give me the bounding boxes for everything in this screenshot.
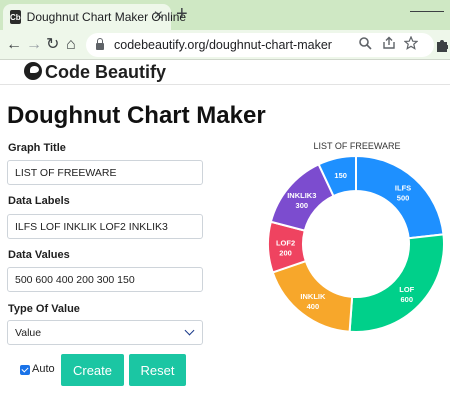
slice-value: 400 (307, 302, 320, 311)
auto-checkbox[interactable] (20, 365, 30, 375)
slice-label: INKLIK (300, 292, 326, 301)
slice-value: 150 (334, 171, 347, 180)
code-beautify-logo-icon[interactable] (24, 62, 42, 80)
slice-label: LOF2 (276, 239, 295, 248)
forward-icon[interactable]: → (26, 35, 42, 55)
auto-label: Auto (32, 363, 55, 375)
back-icon[interactable]: ← (6, 35, 22, 55)
data-labels-label: Data Labels (8, 195, 70, 207)
address-bar: ← → ↻ ⌂ codebeautify.org/doughnut-chart-… (0, 30, 450, 60)
graph-title-label: Graph Title (8, 142, 66, 154)
browser-tab[interactable]: Cb Doughnut Chart Maker Online × (3, 4, 186, 30)
url-input[interactable]: codebeautify.org/doughnut-chart-maker (86, 33, 434, 57)
browser-tab-bar: Cb Doughnut Chart Maker Online × + (0, 0, 450, 30)
doughnut-chart[interactable]: ILFS500 LOF600 INKLIK400 LOF2200 INKLIK3300 1… (262, 150, 450, 338)
type-of-value-label: Type Of Value (8, 303, 80, 315)
reset-button[interactable]: Reset (129, 354, 186, 386)
slice-value: 300 (296, 201, 309, 210)
chevron-down-icon (184, 325, 195, 336)
create-button[interactable]: Create (61, 354, 124, 386)
bookmark-star-icon[interactable] (404, 36, 418, 50)
favicon-icon: Cb (10, 10, 21, 24)
data-values-input[interactable]: 500 600 400 200 300 150 (7, 267, 203, 292)
share-icon[interactable] (382, 36, 396, 50)
slice-value: 500 (397, 193, 410, 202)
page-title: Doughnut Chart Maker (7, 102, 266, 129)
site-logo-text[interactable]: Code Beautify (45, 62, 166, 83)
new-tab-icon[interactable]: + (176, 3, 188, 25)
slice-label: INKLIK3 (287, 191, 316, 200)
slice-value: 600 (400, 295, 413, 304)
slice-value: 200 (279, 249, 292, 258)
search-icon[interactable] (358, 36, 372, 50)
site-header: Code Beautify (0, 61, 450, 85)
url-text: codebeautify.org/doughnut-chart-maker (114, 38, 332, 52)
lock-icon (96, 38, 104, 50)
home-icon[interactable]: ⌂ (66, 35, 76, 55)
data-values-label: Data Values (8, 249, 70, 261)
reload-icon[interactable]: ↻ (46, 35, 59, 55)
graph-title-input[interactable]: LIST OF FREEWARE (7, 160, 203, 185)
tab-close-icon[interactable]: × (154, 7, 163, 25)
chart-slice[interactable] (348, 233, 445, 333)
minimize-icon[interactable] (410, 2, 444, 12)
slice-label: ILFS (395, 183, 411, 192)
type-of-value-select[interactable]: Value (7, 320, 203, 345)
extensions-icon[interactable] (436, 38, 448, 52)
data-labels-input[interactable]: ILFS LOF INKLIK LOF2 INKLIK3 (7, 214, 203, 239)
type-of-value-selected: Value (15, 326, 42, 339)
slice-label: LOF (399, 285, 414, 294)
